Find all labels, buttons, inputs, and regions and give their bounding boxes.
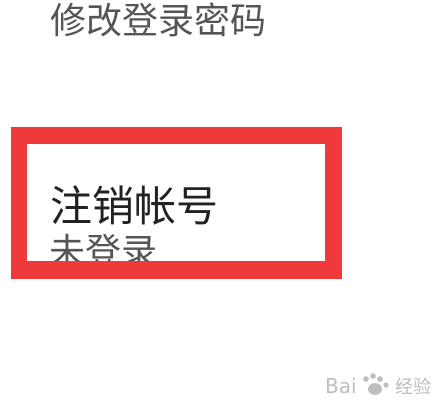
svg-text:经验: 经验 [395, 377, 431, 398]
cancel-account-item[interactable]: 注销帐号 [50, 181, 218, 233]
baidu-jingyan-watermark: Bai 经验 [325, 371, 433, 401]
change-login-password-item[interactable]: 修改登录密码 [50, 0, 266, 44]
svg-text:Bai: Bai [325, 374, 357, 398]
paw-logo-icon: Bai 经验 [325, 373, 431, 398]
cancel-account-highlight-box: 注销帐号 未登录 [11, 127, 342, 279]
login-status-text: 未登录 [49, 232, 158, 273]
